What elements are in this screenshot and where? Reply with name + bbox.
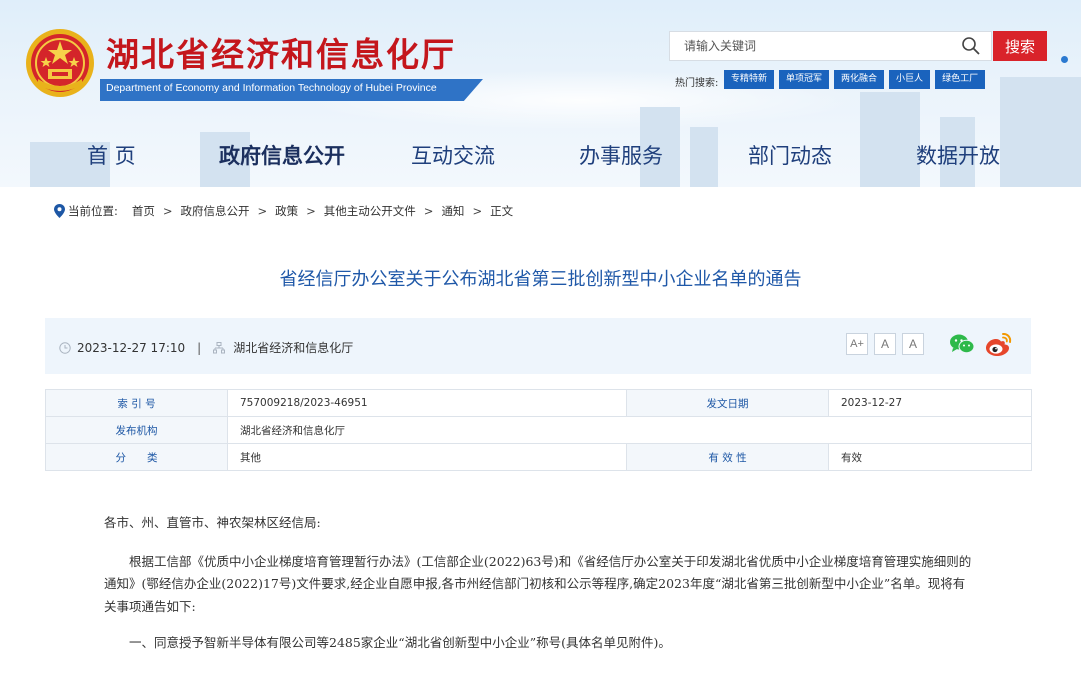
search-icon[interactable] [961, 36, 981, 56]
breadcrumb-separator: > [472, 204, 483, 218]
body-paragraph: 根据工信部《优质中小企业梯度培育管理暂行办法》(工信部企业(2022)63号)和… [104, 553, 972, 614]
font-decrease-label: A [908, 337, 917, 351]
table-row: 索 引 号 757009218/2023-46951 发文日期 2023-12-… [45, 389, 1032, 417]
nav-item-open-data[interactable]: 数据开放 [916, 140, 1000, 170]
hot-tag[interactable]: 单项冠军 [779, 70, 830, 89]
validity-value: 有效 [828, 443, 1032, 471]
body-greeting: 各市、州、直管市、神农架林区经信局: [104, 515, 321, 530]
breadcrumb-separator: > [423, 204, 434, 218]
breadcrumb-item[interactable]: 其他主动公开文件 [324, 203, 416, 219]
decorative-dot [1061, 56, 1068, 63]
table-row: 发布机构 湖北省经济和信息化厅 [45, 416, 1032, 444]
breadcrumb-label: 当前位置: [68, 204, 118, 218]
nav-item-gov-info[interactable]: 政府信息公开 [219, 140, 345, 170]
index-number-value: 757009218/2023-46951 [227, 389, 627, 417]
search-button[interactable]: 搜索 [993, 31, 1047, 61]
header-banner: 湖北省经济和信息化厅 Department of Economy and Inf… [0, 0, 1081, 187]
breadcrumb-item[interactable]: 政策 [275, 203, 298, 219]
font-decrease-button[interactable]: A [902, 333, 924, 355]
font-size-controls: A+ A A [846, 333, 924, 355]
breadcrumb-current: 正文 [490, 204, 514, 218]
table-row: 分 类 其他 有 效 性 有效 [45, 443, 1032, 471]
hot-tag[interactable]: 小巨人 [889, 70, 931, 89]
meta-divider: | [197, 340, 202, 355]
font-reset-label: A [880, 337, 889, 351]
nav-item-services[interactable]: 办事服务 [579, 140, 663, 170]
font-increase-label: A+ [850, 338, 864, 350]
nav-item-home[interactable]: 首 页 [87, 140, 136, 170]
search-input[interactable] [670, 32, 954, 60]
font-increase-button[interactable]: A+ [846, 333, 868, 355]
publish-datetime: 2023-12-27 17:10 [77, 340, 186, 355]
location-pin-icon [54, 204, 65, 218]
issue-date-value: 2023-12-27 [828, 389, 1032, 417]
document-info-table: 索 引 号 757009218/2023-46951 发文日期 2023-12-… [45, 389, 1032, 471]
hot-tag[interactable]: 绿色工厂 [935, 70, 986, 89]
body-paragraph: 一、同意授予智新半导体有限公司等2485家企业“湖北省创新型中小企业”称号(具体… [129, 635, 671, 650]
hot-search-label: 热门搜索: [675, 78, 719, 89]
article-meta-bar: 2023-12-27 17:10 | 湖北省经济和信息化厅 A+ A A [45, 318, 1031, 374]
article-title: 省经信厅办公室关于公布湖北省第三批创新型中小企业名单的通告 [279, 269, 802, 290]
breadcrumb-item[interactable]: 政府信息公开 [181, 203, 250, 219]
nav-item-news[interactable]: 部门动态 [748, 140, 832, 170]
issuing-org-value: 湖北省经济和信息化厅 [227, 416, 1032, 444]
search-box [669, 31, 992, 61]
validity-label: 有 效 性 [626, 443, 829, 471]
category-value: 其他 [227, 443, 627, 471]
national-emblem-icon [26, 29, 94, 97]
organization-icon [213, 341, 226, 353]
article-meta: 2023-12-27 17:10 | 湖北省经济和信息化厅 [59, 339, 353, 356]
hot-tag[interactable]: 专精特新 [724, 70, 775, 89]
publisher: 湖北省经济和信息化厅 [233, 341, 354, 355]
hot-search-tags: 专精特新 单项冠军 两化融合 小巨人 绿色工厂 [724, 70, 986, 89]
site-subtitle: Department of Economy and Information Te… [106, 82, 437, 94]
article-body: 各市、州、直管市、神农架林区经信局: 根据工信部《优质中小企业梯度培育管理暂行办… [104, 512, 974, 669]
breadcrumb-item[interactable]: 通知 [441, 203, 464, 219]
weibo-icon[interactable] [985, 331, 1012, 357]
category-label: 分 类 [45, 443, 228, 471]
main-nav: 首 页 政府信息公开 互动交流 办事服务 部门动态 数据开放 [0, 140, 1081, 182]
breadcrumb-separator: > [257, 204, 268, 218]
breadcrumb-item[interactable]: 首页 [132, 203, 155, 219]
site-title[interactable]: 湖北省经济和信息化厅 [106, 28, 456, 76]
clock-icon [59, 341, 71, 354]
issue-date-label: 发文日期 [626, 389, 829, 417]
breadcrumb-separator: > [162, 204, 173, 218]
index-number-label: 索 引 号 [45, 389, 228, 417]
hot-tag[interactable]: 两化融合 [834, 70, 885, 89]
issuing-org-label: 发布机构 [45, 416, 228, 444]
breadcrumb-separator: > [306, 204, 316, 218]
breadcrumb: 当前位置: 首页 > 政府信息公开 > 政策 > 其他主动公开文件 > 通知 >… [54, 203, 513, 219]
wechat-icon[interactable] [949, 333, 975, 355]
font-reset-button[interactable]: A [874, 333, 896, 355]
nav-item-interaction[interactable]: 互动交流 [411, 140, 495, 170]
